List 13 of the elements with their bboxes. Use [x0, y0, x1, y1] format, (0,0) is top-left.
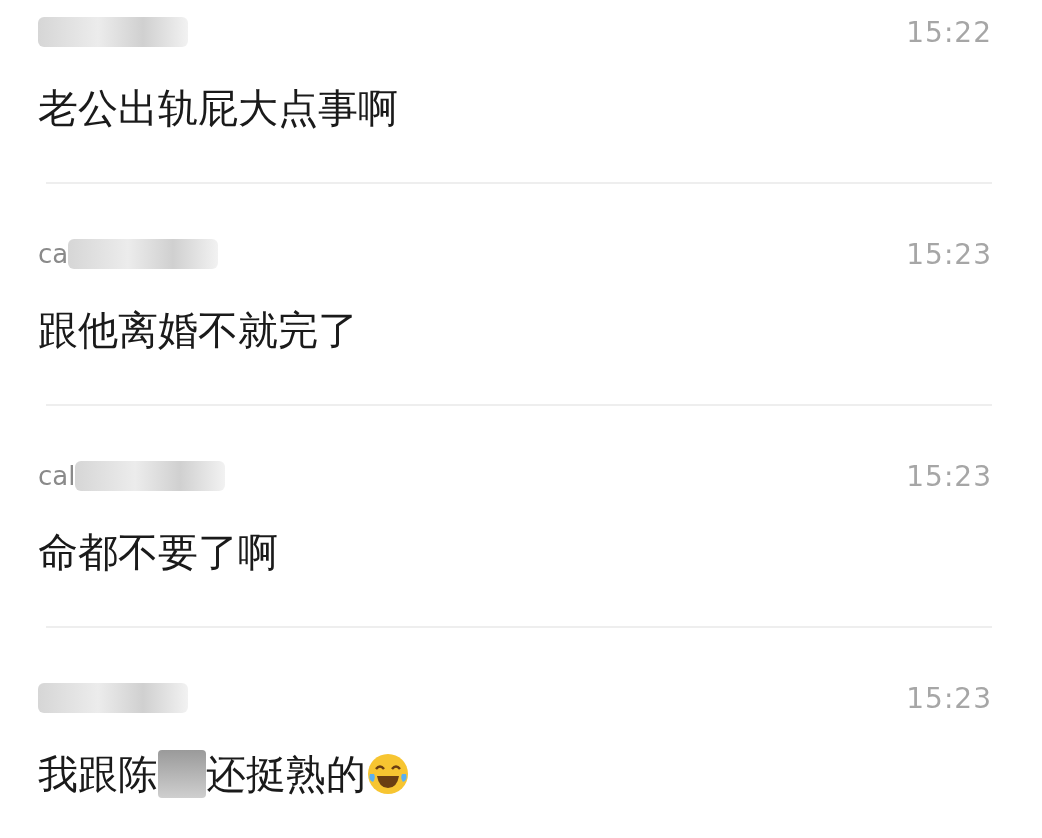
- blurred-text: [158, 750, 206, 798]
- comment-time: 15:22: [906, 15, 992, 49]
- comment-time: 15:23: [906, 459, 992, 493]
- username: cal: [38, 461, 76, 491]
- comment-text: 老公出轨屁大点事啊: [38, 83, 398, 133]
- comment-time: 15:23: [906, 681, 992, 715]
- comment-text: 命都不要了啊: [38, 527, 278, 577]
- username: ca: [38, 239, 69, 269]
- comment-text: 我跟陈: [38, 749, 158, 799]
- comment-text: 跟他离婚不就完了: [38, 305, 358, 355]
- laughing-emoji-icon: [366, 752, 410, 796]
- comment-text: 还挺熟的: [206, 749, 366, 799]
- comment-time: 15:23: [906, 237, 992, 271]
